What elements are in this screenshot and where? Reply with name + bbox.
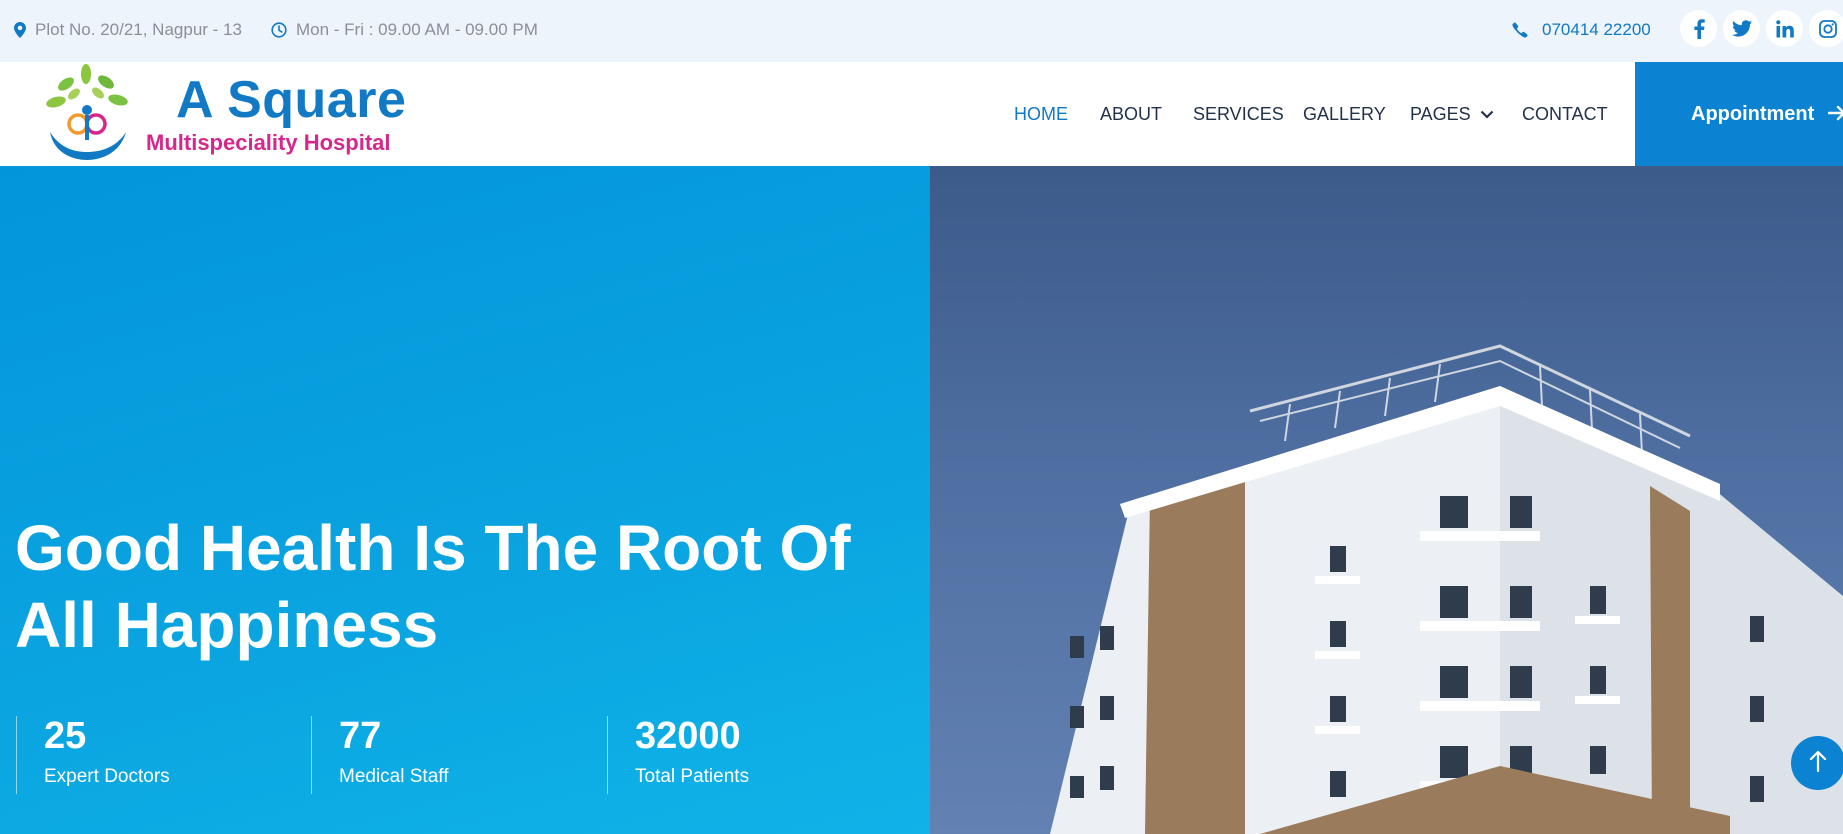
map-pin-icon [14, 22, 26, 38]
stat-label: Medical Staff [339, 766, 449, 787]
linkedin-icon[interactable] [1766, 10, 1803, 47]
address-info: Plot No. 20/21, Nagpur - 13 [14, 0, 242, 60]
hero-text-panel: Good Health Is The Root Of All Happiness… [0, 166, 930, 834]
stat-label: Expert Doctors [44, 766, 170, 787]
back-to-top-button[interactable] [1791, 736, 1843, 790]
top-info-bar: Plot No. 20/21, Nagpur - 13 Mon - Fri : … [0, 0, 1843, 62]
hours-info: Mon - Fri : 09.00 AM - 09.00 PM [271, 0, 538, 60]
appointment-button[interactable]: Appointment [1635, 62, 1843, 166]
appointment-label: Appointment [1691, 102, 1815, 125]
stat-label: Total Patients [635, 766, 750, 787]
twitter-icon[interactable] [1723, 10, 1760, 47]
facebook-icon[interactable] [1680, 10, 1717, 47]
stat-value: 25 [44, 715, 87, 757]
stat-value: 77 [339, 715, 382, 757]
stat-value: 32000 [635, 715, 741, 757]
hero-section: Good Health Is The Root Of All Happiness… [0, 166, 1843, 834]
stat-medical-staff: 77 Medical Staff [311, 716, 448, 794]
main-header: A Square Multispeciality Hospital HOME A… [0, 62, 1843, 166]
logo-title: A Square [176, 71, 407, 129]
building-illustration [1050, 344, 1843, 834]
phone-icon [1512, 22, 1528, 38]
chevron-down-icon [1480, 110, 1494, 119]
logo-tree-icon [46, 64, 128, 160]
clock-icon [271, 22, 287, 38]
hospital-building-image [930, 166, 1843, 834]
arrow-right-icon [1828, 101, 1843, 127]
arrow-up-icon [1809, 748, 1827, 779]
address-text: Plot No. 20/21, Nagpur - 13 [35, 20, 242, 39]
nav-pages[interactable]: PAGES [1410, 62, 1494, 166]
hero-headline: Good Health Is The Root Of All Happiness [15, 510, 895, 664]
social-links [1680, 10, 1843, 47]
phone-number: 070414 22200 [1542, 20, 1651, 39]
stat-expert-doctors: 25 Expert Doctors [16, 716, 170, 794]
nav-contact[interactable]: CONTACT [1522, 62, 1608, 166]
hours-text: Mon - Fri : 09.00 AM - 09.00 PM [296, 20, 538, 39]
nav-gallery[interactable]: GALLERY [1303, 62, 1386, 166]
hero-headline-line2: All Happiness [15, 589, 439, 661]
nav-about[interactable]: ABOUT [1100, 62, 1162, 166]
logo-subtitle: Multispeciality Hospital [146, 130, 391, 155]
instagram-icon[interactable] [1809, 10, 1843, 47]
stat-total-patients: 32000 Total Patients [607, 716, 749, 794]
nav-services[interactable]: SERVICES [1193, 62, 1284, 166]
nav-home[interactable]: HOME [1014, 62, 1068, 166]
nav-pages-label: PAGES [1410, 103, 1471, 124]
hero-headline-line1: Good Health Is The Root Of [15, 512, 851, 584]
site-logo[interactable]: A Square Multispeciality Hospital [40, 62, 420, 166]
phone-link[interactable]: 070414 22200 [1512, 0, 1651, 60]
